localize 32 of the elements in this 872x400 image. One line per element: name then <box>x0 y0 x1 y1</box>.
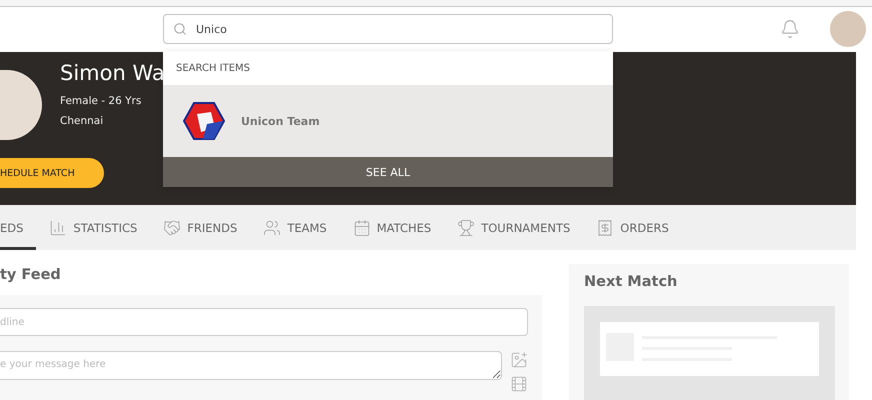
dropdown-heading: SEARCH ITEMS <box>163 51 613 85</box>
profile-tab[interactable]: EDS <box>0 205 36 250</box>
team-logo-icon <box>183 102 225 140</box>
bar-chart-icon <box>49 218 68 236</box>
schedule-match-button[interactable]: HEDULE MATCH <box>0 158 104 188</box>
profile-tab[interactable]: ORDERS <box>583 205 682 250</box>
next-match-title: Next Match <box>584 274 678 290</box>
profile-tab[interactable]: TOURNAMENTS <box>444 205 584 250</box>
profile-gender-age: Female - 26 Yrs <box>60 95 142 107</box>
search-result[interactable]: Unicon Team <box>163 85 613 157</box>
handshake-icon <box>163 218 182 236</box>
users-icon <box>263 218 282 236</box>
add-video-icon[interactable] <box>510 375 528 393</box>
user-avatar[interactable] <box>830 11 866 47</box>
message-input[interactable]: e your message here <box>0 351 502 380</box>
see-all-button[interactable]: SEE ALL <box>163 157 613 187</box>
profile-tab[interactable]: MATCHES <box>340 205 444 250</box>
feed-title: ty Feed <box>0 267 62 283</box>
profile-name: Simon Wa <box>60 61 165 85</box>
calendar-icon <box>352 218 371 236</box>
profile-tab[interactable]: STATISTICS <box>36 205 150 250</box>
profile-tab[interactable]: TEAMS <box>250 205 340 250</box>
trophy-icon <box>457 218 476 236</box>
receipt-icon <box>596 218 614 236</box>
search-field[interactable]: Unico <box>163 14 613 44</box>
notification-bell-icon[interactable] <box>780 19 800 39</box>
profile-city: Chennai <box>60 115 104 127</box>
search-icon <box>173 22 187 36</box>
add-image-icon[interactable] <box>510 351 528 369</box>
profile-tab[interactable]: FRIENDS <box>150 205 250 250</box>
headline-input[interactable]: dline <box>0 308 528 336</box>
profile-avatar <box>0 70 42 140</box>
